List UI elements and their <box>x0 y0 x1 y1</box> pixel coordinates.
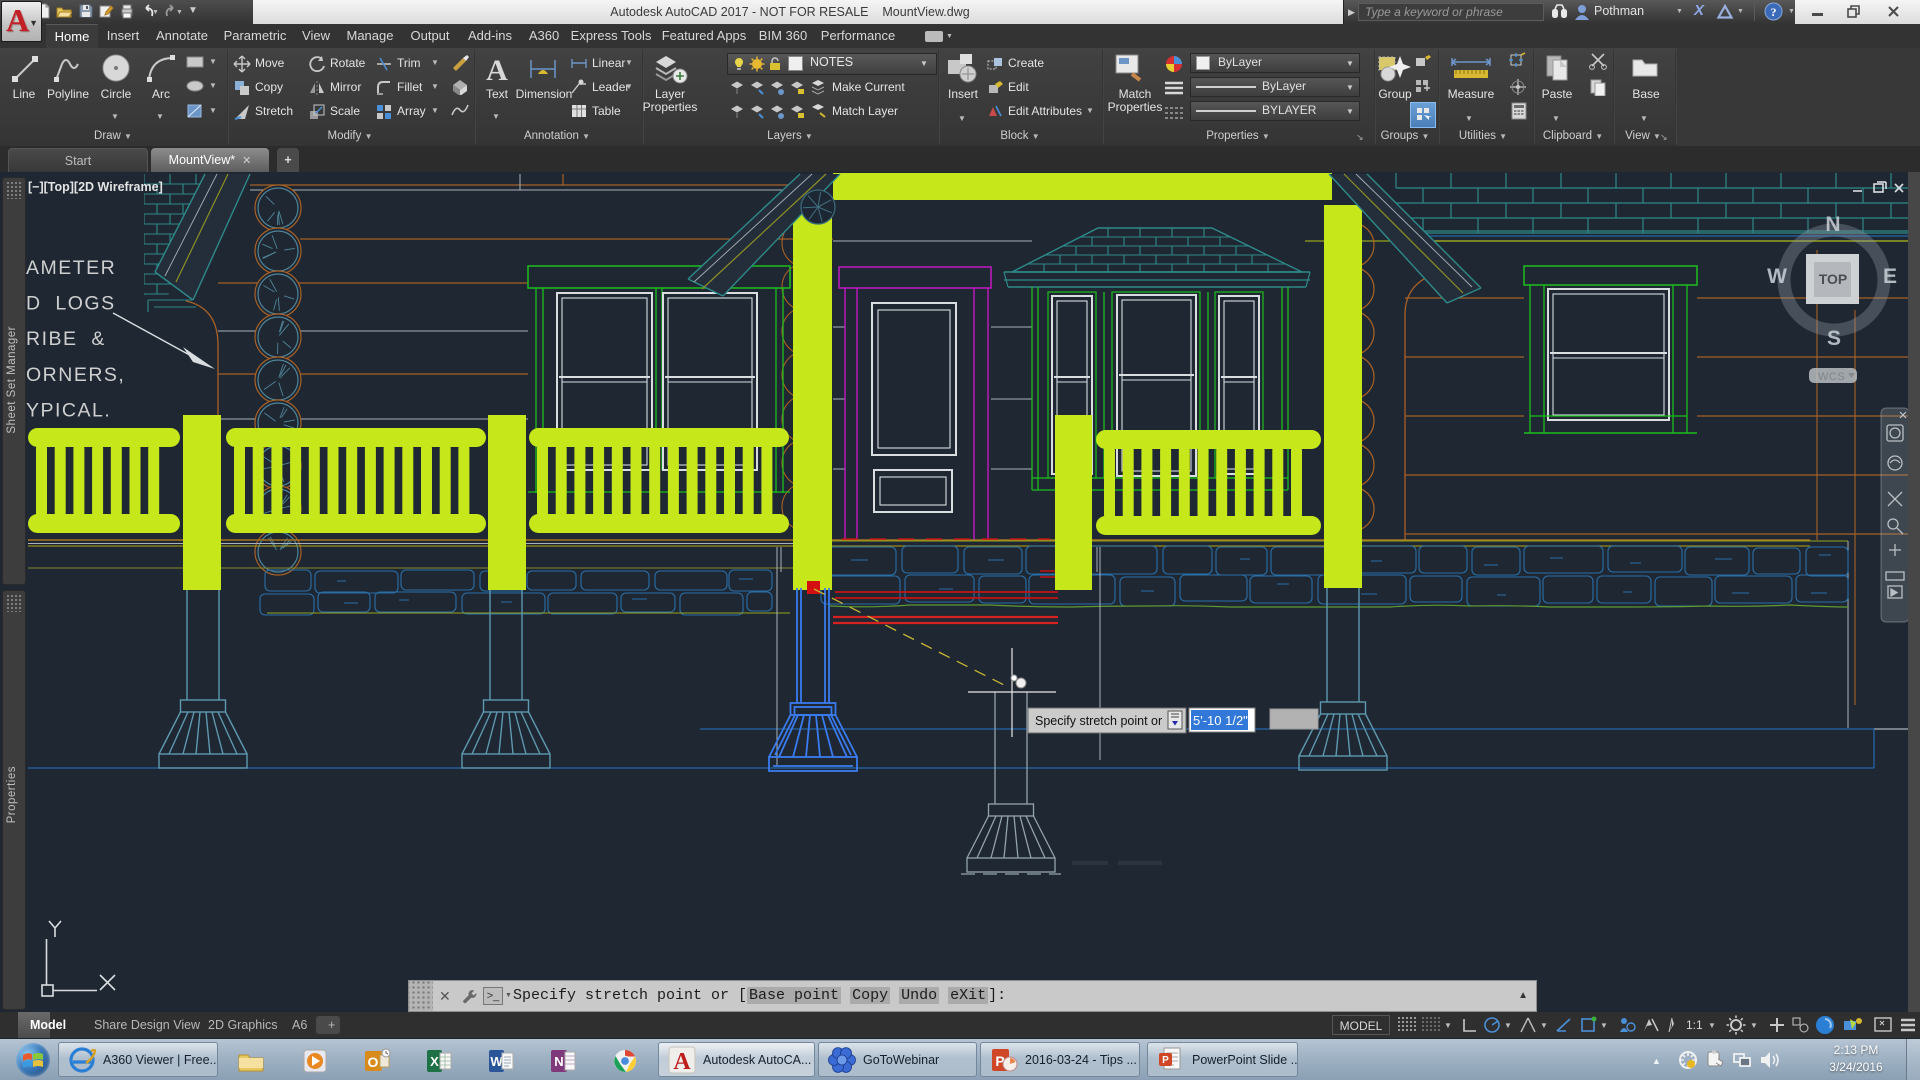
svg-text:D LOGS: D LOGS <box>26 293 116 315</box>
svg-text:W: W <box>490 1054 503 1069</box>
svg-text:W: W <box>1767 265 1787 288</box>
svg-text:ORNERS,: ORNERS, <box>26 364 125 386</box>
svg-text:S: S <box>1827 327 1841 350</box>
svg-text:RIBE &: RIBE & <box>26 328 106 350</box>
svg-text:P: P <box>1162 1055 1169 1066</box>
svg-text:[−][Top][2D Wireframe]: [−][Top][2D Wireframe] <box>28 180 163 194</box>
svg-text:N: N <box>554 1054 563 1069</box>
svg-text:TOP: TOP <box>1819 271 1848 287</box>
svg-text:?: ? <box>1771 5 1777 19</box>
svg-text:WCS: WCS <box>1818 371 1845 383</box>
svg-text:A: A <box>673 1049 691 1075</box>
svg-text:YPICAL.: YPICAL. <box>26 399 111 421</box>
svg-text:Specify stretch point or: Specify stretch point or <box>1035 714 1162 728</box>
svg-text:O: O <box>368 1054 379 1070</box>
svg-text:X: X <box>430 1054 439 1069</box>
svg-text:5'-10 1/2": 5'-10 1/2" <box>1193 713 1248 728</box>
svg-text:N: N <box>1825 213 1840 236</box>
svg-text:E: E <box>1883 265 1897 288</box>
svg-text:A: A <box>486 54 508 84</box>
svg-text:AMETER: AMETER <box>26 257 116 279</box>
